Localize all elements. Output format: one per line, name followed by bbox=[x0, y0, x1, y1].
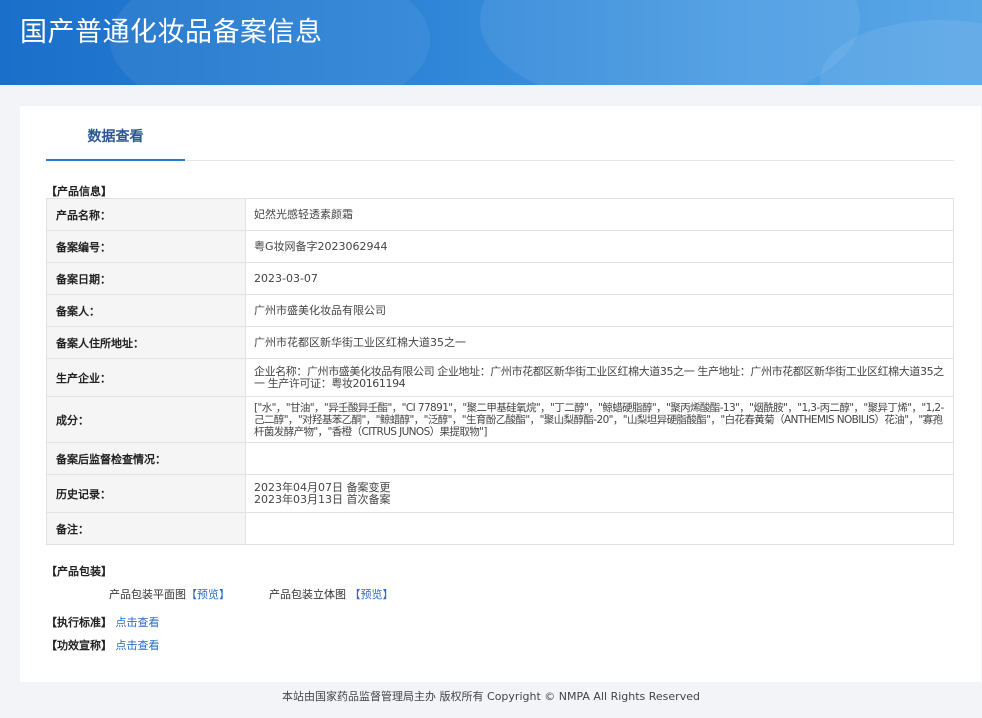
section-efficacy: 【功效宣称】 bbox=[46, 639, 112, 652]
row-value: 妃然光感轻透素颜霜 bbox=[245, 198, 954, 231]
section-packaging: 【产品包装】 bbox=[46, 565, 112, 578]
table-row: 备案编号： 粤G妆网备字2023062944 bbox=[46, 230, 954, 263]
row-value: 2023年04月07日 备案变更 2023年03月13日 首次备案 bbox=[245, 474, 954, 513]
packaging-stereo: 产品包装立体图 【预览】 bbox=[269, 586, 394, 602]
row-label: 产品名称： bbox=[46, 198, 246, 231]
section-standard: 【执行标准】 bbox=[46, 616, 112, 629]
preview-stereo-link[interactable]: 【预览】 bbox=[350, 588, 394, 601]
standard-row: 【执行标准】 点击查看 bbox=[46, 614, 160, 630]
tab-bar: 数据查看 bbox=[46, 106, 954, 161]
table-row: 备案日期： 2023-03-07 bbox=[46, 262, 954, 295]
row-label: 生产企业： bbox=[46, 358, 246, 397]
table-row: 备案人： 广州市盛美化妆品有限公司 bbox=[46, 294, 954, 327]
packaging-stereo-label: 产品包装立体图 bbox=[269, 588, 346, 601]
section-product-info: 【产品信息】 bbox=[46, 185, 112, 198]
row-label: 备案人： bbox=[46, 294, 246, 327]
tab-data-view[interactable]: 数据查看 bbox=[46, 106, 185, 161]
row-label: 备案后监督检查情况： bbox=[46, 442, 246, 475]
table-row: 备案人住所地址： 广州市花都区新华街工业区红棉大道35之一 bbox=[46, 326, 954, 359]
table-row: 成分： ["水"，"甘油"，"异壬酸异壬酯"，"CI 77891"，"聚二甲基硅… bbox=[46, 396, 954, 443]
row-label: 备案日期： bbox=[46, 262, 246, 295]
banner-decoration bbox=[480, 0, 860, 85]
product-info-table: 产品名称： 妃然光感轻透素颜霜 备案编号： 粤G妆网备字2023062944 备… bbox=[46, 198, 954, 545]
row-value bbox=[245, 442, 954, 475]
standard-view-link[interactable]: 点击查看 bbox=[116, 616, 160, 629]
content-card: 数据查看 【产品信息】 产品名称： 妃然光感轻透素颜霜 备案编号： 粤G妆网备字… bbox=[20, 106, 981, 682]
row-label: 成分： bbox=[46, 396, 246, 443]
page-title: 国产普通化妆品备案信息 bbox=[20, 17, 323, 48]
row-value: 广州市盛美化妆品有限公司 bbox=[245, 294, 954, 327]
table-row: 历史记录： 2023年04月07日 备案变更 2023年03月13日 首次备案 bbox=[46, 474, 954, 513]
history-entry: 2023年04月07日 备案变更 bbox=[254, 480, 391, 494]
row-label: 备案编号： bbox=[46, 230, 246, 263]
row-label: 备注： bbox=[46, 512, 246, 545]
row-value bbox=[245, 512, 954, 545]
header-banner: 国产普通化妆品备案信息 bbox=[0, 0, 982, 85]
row-label: 备案人住所地址： bbox=[46, 326, 246, 359]
efficacy-row: 【功效宣称】 点击查看 bbox=[46, 637, 160, 653]
efficacy-view-link[interactable]: 点击查看 bbox=[116, 639, 160, 652]
table-row: 生产企业： 企业名称：广州市盛美化妆品有限公司 企业地址：广州市花都区新华街工业… bbox=[46, 358, 954, 397]
footer-copyright: 本站由国家药品监督管理局主办 版权所有 Copyright © NMPA All… bbox=[282, 690, 700, 703]
row-label: 历史记录： bbox=[46, 474, 246, 513]
packaging-flat-label: 产品包装平面图 bbox=[109, 588, 186, 601]
row-value: ["水"，"甘油"，"异壬酸异壬酯"，"CI 77891"，"聚二甲基硅氧烷"，… bbox=[245, 396, 954, 443]
row-value: 2023-03-07 bbox=[245, 262, 954, 295]
packaging-flat: 产品包装平面图【预览】 bbox=[109, 586, 230, 602]
table-row: 备案后监督检查情况： bbox=[46, 442, 954, 475]
table-row: 产品名称： 妃然光感轻透素颜霜 bbox=[46, 198, 954, 231]
table-row: 备注： bbox=[46, 512, 954, 545]
preview-flat-link[interactable]: 【预览】 bbox=[186, 588, 230, 601]
row-value: 广州市花都区新华街工业区红棉大道35之一 bbox=[245, 326, 954, 359]
row-value: 企业名称：广州市盛美化妆品有限公司 企业地址：广州市花都区新华街工业区红棉大道3… bbox=[245, 358, 954, 397]
row-value: 粤G妆网备字2023062944 bbox=[245, 230, 954, 263]
history-entry: 2023年03月13日 首次备案 bbox=[254, 492, 391, 506]
